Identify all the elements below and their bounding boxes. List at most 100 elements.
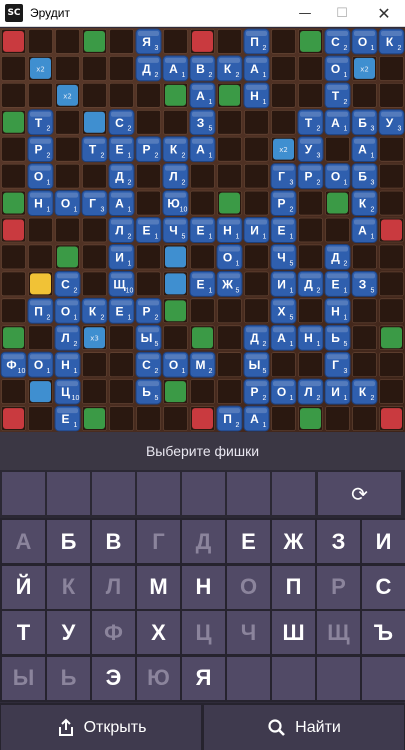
- bonus-cell-green[interactable]: [300, 31, 321, 52]
- bonus-cell-green[interactable]: [165, 300, 186, 322]
- board-cell[interactable]: [163, 325, 188, 350]
- board-cell[interactable]: [325, 136, 350, 162]
- key-letter[interactable]: Ш: [272, 611, 315, 654]
- rack-slot[interactable]: [272, 472, 315, 515]
- bonus-cell-green[interactable]: [84, 31, 105, 52]
- board-cell[interactable]: [325, 406, 350, 431]
- find-button[interactable]: Найти: [204, 705, 404, 750]
- board-cell[interactable]: [28, 244, 53, 270]
- board-cell[interactable]: [298, 298, 323, 324]
- bonus-cell-green[interactable]: [381, 327, 402, 349]
- board-cell[interactable]: [82, 217, 107, 243]
- board-cell[interactable]: [379, 136, 404, 162]
- board-cell[interactable]: [109, 325, 134, 350]
- board-cell[interactable]: [325, 217, 350, 243]
- board-cell[interactable]: [298, 352, 323, 377]
- key-letter[interactable]: У: [47, 611, 90, 654]
- board-cell[interactable]: [271, 56, 296, 81]
- rack-slot[interactable]: [137, 472, 180, 515]
- board-cell[interactable]: [1, 379, 26, 404]
- board-cell[interactable]: [244, 298, 269, 324]
- rack-slot[interactable]: [182, 472, 225, 515]
- reset-icon[interactable]: ⟳: [318, 472, 401, 515]
- board-cell[interactable]: [136, 244, 161, 270]
- board-cell[interactable]: [136, 163, 161, 189]
- bonus-cell-red[interactable]: [3, 219, 24, 241]
- board-cell[interactable]: [379, 244, 404, 270]
- bonus-cell-green[interactable]: [84, 408, 105, 429]
- board-cell[interactable]: [244, 271, 269, 297]
- game-board[interactable]: x2 x2 x2 x2 x3 Я 3 П 2 С 2 О 1 К 2 Д 2 А 1 В 2 К 2 А 1 О 1 А 1 Н 1 Т 2 Т 2…: [0, 28, 405, 432]
- bonus-cell-red[interactable]: [3, 31, 24, 52]
- board-cell[interactable]: [109, 29, 134, 54]
- close-button[interactable]: ✕: [364, 0, 404, 27]
- key-letter[interactable]: И: [362, 520, 405, 563]
- bonus-cell-red[interactable]: [381, 408, 402, 429]
- key-letter[interactable]: Ж: [272, 520, 315, 563]
- board-cell[interactable]: [244, 190, 269, 216]
- key-letter[interactable]: Ч: [227, 611, 270, 654]
- board-cell[interactable]: [1, 56, 26, 81]
- board-cell[interactable]: [190, 244, 215, 270]
- board-cell[interactable]: [244, 136, 269, 162]
- board-cell[interactable]: [298, 83, 323, 108]
- board-cell[interactable]: [136, 406, 161, 431]
- open-button[interactable]: Открыть: [1, 705, 201, 750]
- board-cell[interactable]: [82, 56, 107, 81]
- board-cell[interactable]: [379, 163, 404, 189]
- board-cell[interactable]: [217, 110, 242, 135]
- board-cell[interactable]: [298, 190, 323, 216]
- key-letter[interactable]: В: [92, 520, 135, 563]
- board-cell[interactable]: [136, 83, 161, 108]
- rack-slot[interactable]: [92, 472, 135, 515]
- board-cell[interactable]: [217, 136, 242, 162]
- key-letter[interactable]: Ь: [47, 656, 90, 700]
- key-letter[interactable]: Х: [137, 611, 180, 654]
- bonus-cell-green[interactable]: [327, 192, 348, 214]
- rack-slot[interactable]: [47, 472, 90, 515]
- board-cell[interactable]: [352, 244, 377, 270]
- board-cell[interactable]: [109, 406, 134, 431]
- board-cell[interactable]: [55, 56, 80, 81]
- key-letter[interactable]: Ы: [2, 656, 45, 700]
- bonus-cell-green[interactable]: [192, 327, 213, 349]
- key-letter[interactable]: Г: [137, 520, 180, 563]
- bonus-cell-blue[interactable]: x2: [30, 57, 51, 79]
- key-letter[interactable]: Б: [47, 520, 90, 563]
- board-cell[interactable]: [217, 29, 242, 54]
- key-letter[interactable]: Н: [182, 565, 225, 609]
- key-letter[interactable]: Ц: [182, 611, 225, 654]
- board-cell[interactable]: [109, 56, 134, 81]
- board-cell[interactable]: [217, 352, 242, 377]
- board-cell[interactable]: [109, 352, 134, 377]
- bonus-cell-green[interactable]: [165, 381, 186, 403]
- key-letter[interactable]: Ю: [137, 656, 180, 700]
- board-cell[interactable]: [190, 190, 215, 216]
- board-cell[interactable]: [379, 379, 404, 404]
- board-cell[interactable]: [55, 217, 80, 243]
- bonus-cell-green[interactable]: [219, 192, 240, 214]
- board-cell[interactable]: [298, 56, 323, 81]
- board-cell[interactable]: [55, 29, 80, 54]
- bonus-cell-green[interactable]: [3, 111, 24, 133]
- board-cell[interactable]: [163, 29, 188, 54]
- key-letter[interactable]: М: [137, 565, 180, 609]
- bonus-cell-green[interactable]: [165, 84, 186, 106]
- board-cell[interactable]: [82, 379, 107, 404]
- bonus-cell-green[interactable]: [3, 327, 24, 349]
- bonus-cell-blue[interactable]: [30, 381, 51, 403]
- key-letter[interactable]: Е: [227, 520, 270, 563]
- board-cell[interactable]: [82, 163, 107, 189]
- board-cell[interactable]: [217, 379, 242, 404]
- board-cell[interactable]: [28, 325, 53, 350]
- bonus-cell-red[interactable]: [192, 408, 213, 429]
- bonus-cell-blue[interactable]: [84, 111, 105, 133]
- key-letter[interactable]: Я: [182, 656, 225, 700]
- board-cell[interactable]: [163, 406, 188, 431]
- key-letter[interactable]: Э: [92, 656, 135, 700]
- board-cell[interactable]: [1, 163, 26, 189]
- bonus-cell-green[interactable]: [3, 192, 24, 214]
- board-cell[interactable]: [379, 83, 404, 108]
- maximize-button[interactable]: ☐: [322, 0, 362, 27]
- key-letter[interactable]: Л: [92, 565, 135, 609]
